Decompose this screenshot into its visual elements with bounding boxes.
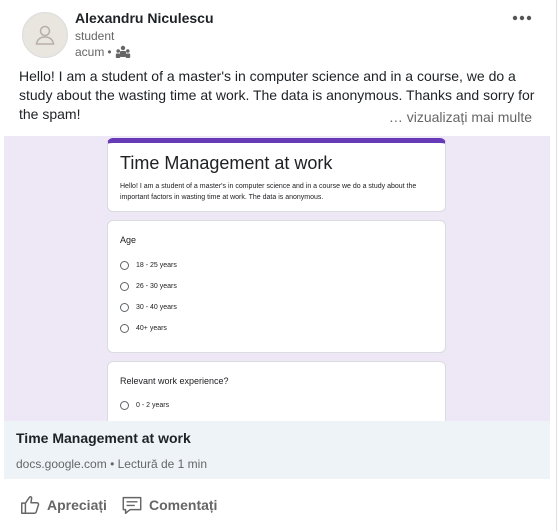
link-read-time: Lectură de 1 min [117,457,208,471]
radio-option: 26 - 30 years [120,282,177,291]
question-label: Relevant work experience? [120,376,229,386]
more-options-button[interactable] [506,6,538,30]
form-description: Hello! I am a student of a master's in c… [120,183,417,201]
author-headline: student [75,29,115,43]
radio-option: 0 - 2 years [120,401,169,410]
meta-separator: • [107,45,112,59]
comment-label: Comentați [149,497,218,513]
like-label: Apreciați [47,497,107,513]
ellipsis-icon [512,15,532,21]
comment-icon [122,496,142,514]
post-meta: acum • [75,45,131,59]
comment-button[interactable]: Comentați [121,494,217,516]
avatar[interactable] [22,12,68,58]
author-name[interactable]: Alexandru Niculescu [75,10,214,26]
feed-post: Alexandru Niculescu student acum • Hello… [0,0,557,531]
radio-icon [120,303,129,312]
radio-option: 18 - 25 years [120,261,177,270]
link-meta: docs.google.com • Lectură de 1 min [16,457,207,471]
radio-option: 30 - 40 years [120,303,177,312]
link-title[interactable]: Time Management at work [16,430,191,446]
form-header-card: Time Management at work Hello! I am a st… [107,138,446,212]
radio-icon [120,401,129,410]
radio-icon [120,324,129,333]
radio-icon [120,282,129,291]
like-button[interactable]: Apreciați [19,494,107,516]
connections-visibility-icon [115,45,130,58]
post-time: acum [75,45,105,59]
link-preview-image[interactable]: Time Management at work Hello! I am a st… [4,136,550,421]
link-separator: • [110,457,115,471]
question-card-age: Age 18 - 25 years 26 - 30 years 30 - 40 … [107,220,446,353]
person-icon [35,25,55,45]
question-card-experience: Relevant work experience? 0 - 2 years [107,361,446,421]
link-domain: docs.google.com [16,457,107,471]
form-title: Time Management at work [120,153,333,173]
radio-option: 40+ years [120,324,167,333]
thumbs-up-icon [21,496,40,514]
see-more-link[interactable]: … vizualizați mai multe [382,108,532,127]
question-label: Age [120,235,137,245]
radio-icon [120,261,129,270]
social-actions-bar: Apreciați Comentați [0,486,557,526]
